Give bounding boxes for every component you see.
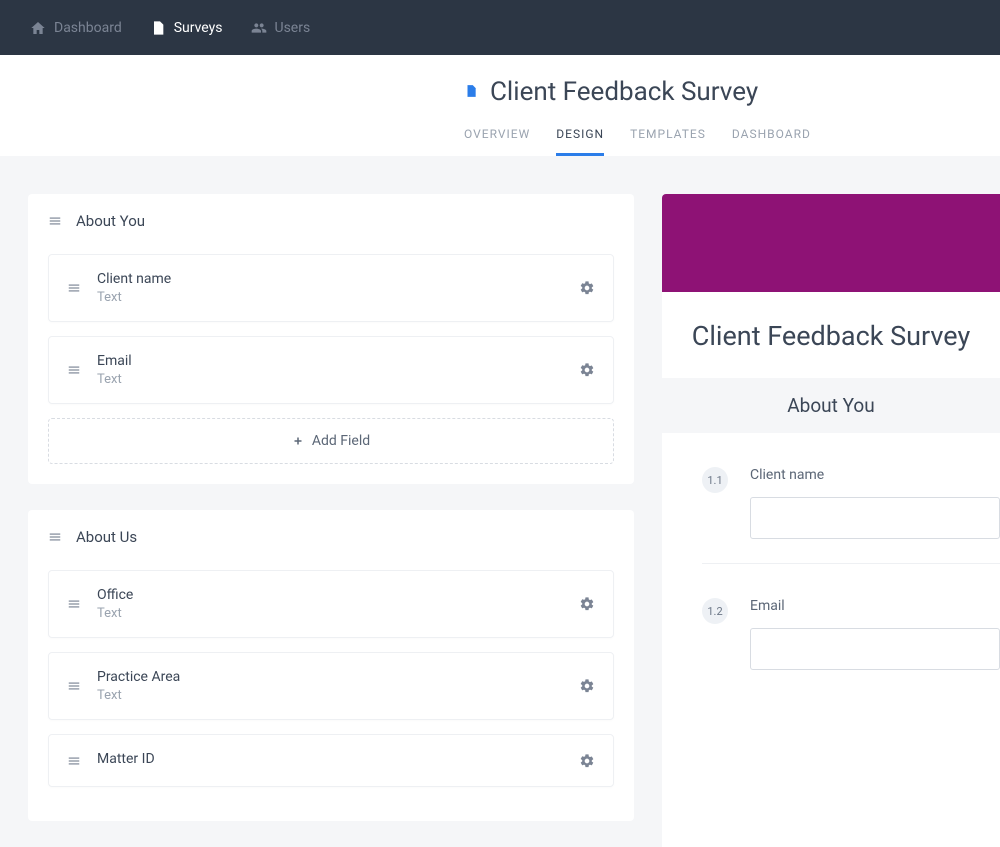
tab-templates[interactable]: TEMPLATES: [630, 127, 706, 156]
text-input[interactable]: [750, 497, 1000, 539]
field-type: Text: [97, 290, 563, 305]
drag-handle-icon[interactable]: [67, 597, 81, 611]
field-label: Email: [97, 353, 563, 369]
field-info: Client name Text: [97, 271, 563, 305]
field-row[interactable]: Client name Text: [48, 254, 614, 322]
survey-title-row: Client Feedback Survey: [0, 77, 1000, 107]
designer-column: About You Client name Text: [28, 194, 634, 847]
question-number-badge: 1.2: [702, 598, 728, 624]
gear-icon[interactable]: [579, 678, 595, 694]
text-input[interactable]: [750, 628, 1000, 670]
tab-overview[interactable]: OVERVIEW: [464, 127, 530, 156]
nav-users[interactable]: Users: [251, 20, 311, 36]
nav-dashboard[interactable]: Dashboard: [30, 20, 122, 36]
field-label: Matter ID: [97, 751, 563, 767]
field-info: Office Text: [97, 587, 563, 621]
drag-handle-icon[interactable]: [67, 281, 81, 295]
field-info: Matter ID: [97, 751, 563, 770]
drag-handle-icon[interactable]: [48, 214, 62, 228]
section-header: About Us: [48, 528, 614, 546]
drag-handle-icon[interactable]: [67, 363, 81, 377]
plus-icon: [292, 435, 304, 447]
users-icon: [251, 20, 267, 36]
add-field-label: Add Field: [312, 433, 370, 449]
section-title: About Us: [76, 528, 137, 546]
page-title: Client Feedback Survey: [490, 77, 758, 107]
main-content: About You Client name Text: [0, 156, 1000, 847]
field-type: Text: [97, 606, 563, 621]
preview-section-title: About You: [662, 378, 1000, 433]
drag-handle-icon[interactable]: [48, 530, 62, 544]
file-icon: [150, 20, 166, 36]
gear-icon[interactable]: [579, 280, 595, 296]
nav-surveys[interactable]: Surveys: [150, 20, 223, 36]
section-header: About You: [48, 212, 614, 230]
preview-question: 1.2 Email: [662, 564, 1000, 694]
field-label: Practice Area: [97, 669, 563, 685]
field-info: Email Text: [97, 353, 563, 387]
tabs: OVERVIEW DESIGN TEMPLATES DASHBOARD: [0, 127, 1000, 156]
drag-handle-icon[interactable]: [67, 679, 81, 693]
nav-dashboard-label: Dashboard: [54, 20, 122, 36]
document-icon: [464, 83, 478, 101]
field-label: Office: [97, 587, 563, 603]
preview-title: Client Feedback Survey: [662, 292, 1000, 378]
section-card: About Us Office Text Pract: [28, 510, 634, 821]
section-card: About You Client name Text: [28, 194, 634, 484]
question-number-badge: 1.1: [702, 467, 728, 493]
preview-column: Client Feedback Survey About You 1.1 Cli…: [662, 194, 1000, 847]
gear-icon[interactable]: [579, 596, 595, 612]
drag-handle-icon[interactable]: [67, 754, 81, 768]
tab-dashboard[interactable]: DASHBOARD: [732, 127, 811, 156]
header-section: Client Feedback Survey OVERVIEW DESIGN T…: [0, 55, 1000, 156]
gear-icon[interactable]: [579, 362, 595, 378]
field-row[interactable]: Office Text: [48, 570, 614, 638]
field-row[interactable]: Email Text: [48, 336, 614, 404]
field-type: Text: [97, 688, 563, 703]
top-nav: Dashboard Surveys Users: [0, 0, 1000, 55]
field-label: Client name: [97, 271, 563, 287]
nav-users-label: Users: [275, 20, 311, 36]
tab-design[interactable]: DESIGN: [556, 127, 604, 156]
question-label: Email: [750, 598, 1000, 614]
preview-banner: [662, 194, 1000, 292]
field-type: Text: [97, 372, 563, 387]
field-row[interactable]: Matter ID: [48, 734, 614, 787]
field-info: Practice Area Text: [97, 669, 563, 703]
gear-icon[interactable]: [579, 753, 595, 769]
field-row[interactable]: Practice Area Text: [48, 652, 614, 720]
home-icon: [30, 20, 46, 36]
add-field-button[interactable]: Add Field: [48, 418, 614, 464]
nav-surveys-label: Surveys: [174, 20, 223, 36]
preview-question: 1.1 Client name: [662, 433, 1000, 563]
section-title: About You: [76, 212, 145, 230]
question-label: Client name: [750, 467, 1000, 483]
